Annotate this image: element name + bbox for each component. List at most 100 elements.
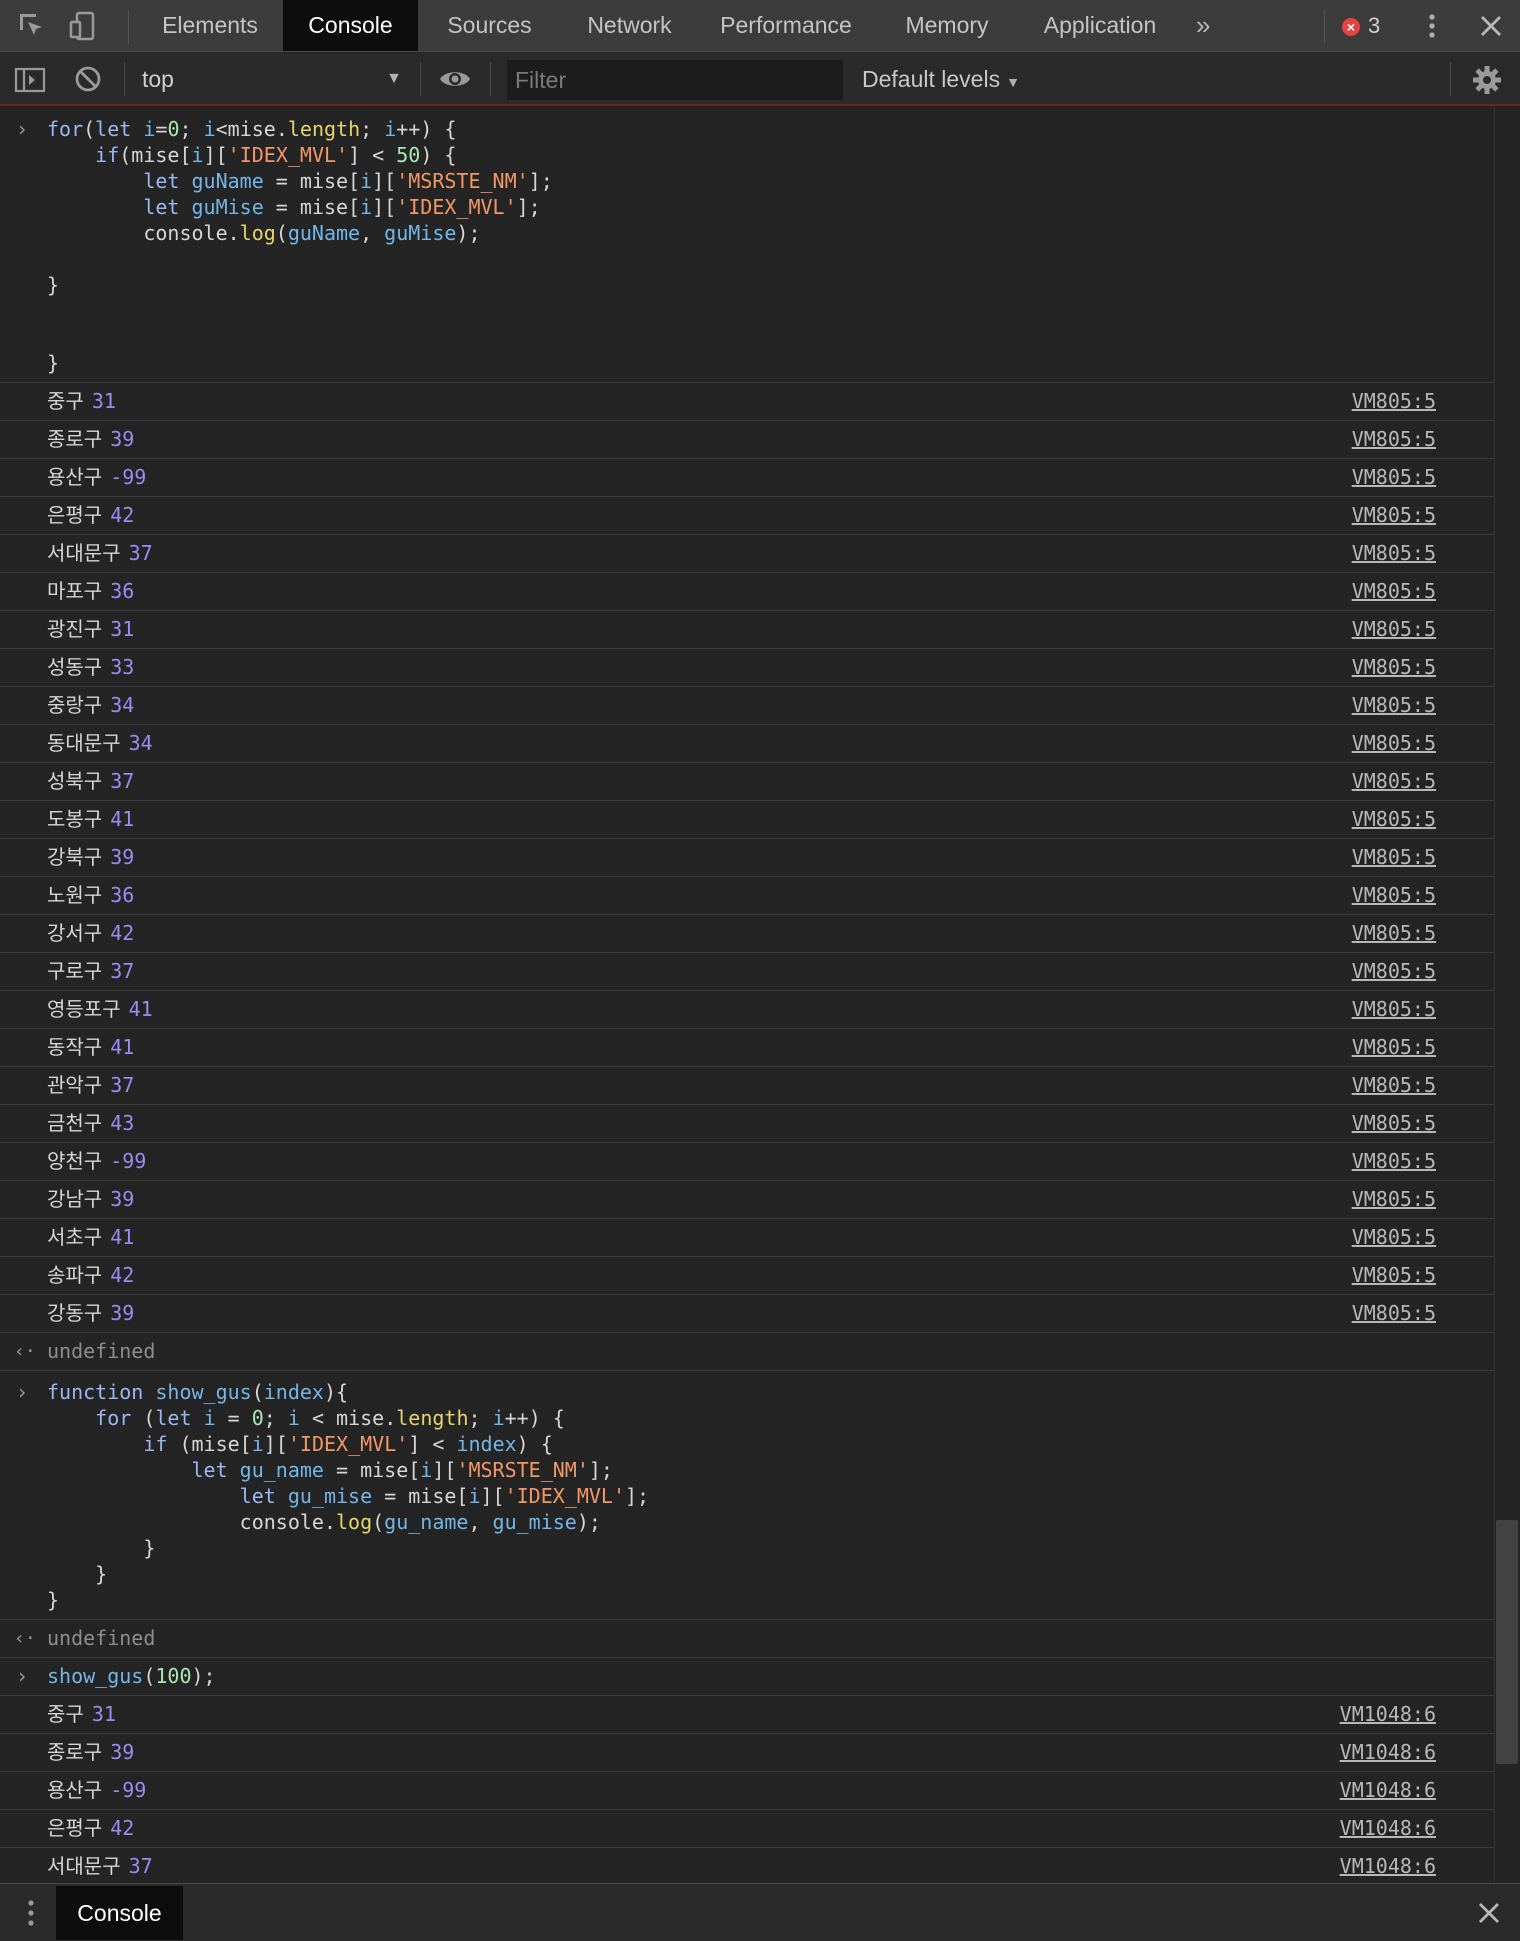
source-link[interactable]: VM805:5 <box>1352 915 1436 952</box>
source-link[interactable]: VM805:5 <box>1352 763 1436 800</box>
source-link[interactable]: VM805:5 <box>1352 497 1436 534</box>
tab-sources[interactable]: Sources <box>418 0 561 51</box>
source-link[interactable]: VM805:5 <box>1352 1143 1436 1180</box>
log-message: 마포구 36 <box>47 573 134 610</box>
district-value: -99 <box>110 465 147 489</box>
log-row: 성동구 33 VM805:5 <box>0 649 1494 687</box>
vertical-dots-icon[interactable] <box>18 1898 44 1928</box>
vertical-dots-icon[interactable] <box>1420 12 1444 40</box>
district-value: 42 <box>110 1816 135 1840</box>
log-message: 양천구 -99 <box>47 1143 146 1180</box>
source-link[interactable]: VM805:5 <box>1352 535 1436 572</box>
log-message: 도봉구 41 <box>47 801 134 838</box>
close-icon[interactable] <box>1478 13 1504 39</box>
source-link[interactable]: VM1048:6 <box>1340 1772 1436 1809</box>
district-name: 용산구 <box>47 465 103 489</box>
source-link[interactable]: VM805:5 <box>1352 1295 1436 1332</box>
source-link[interactable]: VM805:5 <box>1352 649 1436 686</box>
source-link[interactable]: VM1048:6 <box>1340 1810 1436 1847</box>
log-row: 마포구 36 VM805:5 <box>0 573 1494 611</box>
source-link[interactable]: VM1048:6 <box>1340 1848 1436 1883</box>
district-value: 37 <box>110 769 135 793</box>
log-row: 구로구 37 VM805:5 <box>0 953 1494 991</box>
scrollbar-thumb[interactable] <box>1496 1520 1518 1764</box>
return-value: undefined <box>47 1626 156 1650</box>
inspect-element-icon[interactable] <box>16 10 48 42</box>
tab-performance[interactable]: Performance <box>698 0 874 51</box>
source-link[interactable]: VM805:5 <box>1352 1181 1436 1218</box>
district-name: 도봉구 <box>47 807 103 831</box>
log-levels-dropdown[interactable]: Default levels ▼ <box>862 59 1020 99</box>
tab-application[interactable]: Application <box>1020 0 1180 51</box>
log-message: 은평구 42 <box>47 497 134 534</box>
log-row: 강북구 39 VM805:5 <box>0 839 1494 877</box>
district-value: 31 <box>110 617 135 641</box>
eye-icon[interactable] <box>438 67 472 91</box>
district-value: 33 <box>110 655 135 679</box>
input-command-call: › show_gus(100); <box>0 1658 1494 1696</box>
source-link[interactable]: VM805:5 <box>1352 1029 1436 1066</box>
error-count-badge[interactable]: × 3 <box>1340 12 1388 40</box>
input-command-for-loop: › for(let i=0; i<mise.length; i++) { if(… <box>0 108 1494 383</box>
log-message: 서대문구 37 <box>47 535 153 572</box>
source-link[interactable]: VM805:5 <box>1352 991 1436 1028</box>
source-link[interactable]: VM805:5 <box>1352 1105 1436 1142</box>
district-name: 성동구 <box>47 655 103 679</box>
return-arrow-icon: ‹· <box>14 1341 36 1362</box>
district-name: 양천구 <box>47 1149 103 1173</box>
district-value: 42 <box>110 503 135 527</box>
filter-input[interactable] <box>507 60 843 100</box>
district-name: 관악구 <box>47 1073 103 1097</box>
prompt-chevron-icon: › <box>16 117 29 141</box>
log-group-2: 중구 31 VM1048:6 종로구 39 VM1048:6 용산구 -99 VM1048:6 은… <box>0 1696 1494 1883</box>
command-code: show_gus(100); <box>47 1664 216 1688</box>
clear-console-icon[interactable] <box>74 65 102 93</box>
district-value: 41 <box>128 997 153 1021</box>
prompt-chevron-icon: › <box>16 1664 29 1688</box>
log-message: 관악구 37 <box>47 1067 134 1104</box>
tab-network[interactable]: Network <box>561 0 698 51</box>
sidebar-toggle-icon[interactable] <box>14 66 46 94</box>
command-code: for(let i=0; i<mise.length; i++) { if(mi… <box>47 117 553 375</box>
source-link[interactable]: VM805:5 <box>1352 1257 1436 1294</box>
source-link[interactable]: VM805:5 <box>1352 421 1436 458</box>
log-row: 용산구 -99 VM805:5 <box>0 459 1494 497</box>
district-name: 송파구 <box>47 1263 103 1287</box>
log-row: 종로구 39 VM1048:6 <box>0 1734 1494 1772</box>
source-link[interactable]: VM805:5 <box>1352 687 1436 724</box>
district-name: 중구 <box>47 389 84 413</box>
source-link[interactable]: VM805:5 <box>1352 459 1436 496</box>
console-messages[interactable]: › for(let i=0; i<mise.length; i++) { if(… <box>0 108 1494 1883</box>
return-value-row: ‹· undefined <box>0 1620 1494 1658</box>
district-value: 39 <box>110 1301 135 1325</box>
source-link[interactable]: VM805:5 <box>1352 801 1436 838</box>
source-link[interactable]: VM805:5 <box>1352 573 1436 610</box>
tab-console[interactable]: Console <box>283 0 418 51</box>
more-tabs-icon[interactable]: » <box>1196 8 1210 42</box>
source-link[interactable]: VM805:5 <box>1352 839 1436 876</box>
district-name: 성북구 <box>47 769 103 793</box>
close-icon[interactable] <box>1476 1900 1502 1926</box>
source-link[interactable]: VM805:5 <box>1352 953 1436 990</box>
tab-elements[interactable]: Elements <box>140 0 280 51</box>
device-toolbar-icon[interactable] <box>68 10 100 42</box>
source-link[interactable]: VM805:5 <box>1352 877 1436 914</box>
source-link[interactable]: VM805:5 <box>1352 611 1436 648</box>
source-link[interactable]: VM805:5 <box>1352 1067 1436 1104</box>
settings-gear-icon[interactable] <box>1472 65 1502 95</box>
tab-memory[interactable]: Memory <box>874 0 1020 51</box>
source-link[interactable]: VM1048:6 <box>1340 1734 1436 1771</box>
district-name: 중구 <box>47 1702 84 1726</box>
source-link[interactable]: VM805:5 <box>1352 725 1436 762</box>
district-name: 강서구 <box>47 921 103 945</box>
drawer-tab-console[interactable]: Console <box>56 1886 183 1940</box>
context-selector[interactable]: top ▼ <box>142 59 404 99</box>
log-row: 동작구 41 VM805:5 <box>0 1029 1494 1067</box>
source-link[interactable]: VM805:5 <box>1352 1219 1436 1256</box>
district-name: 서초구 <box>47 1225 103 1249</box>
log-message: 노원구 36 <box>47 877 134 914</box>
district-value: 37 <box>128 541 153 565</box>
source-link[interactable]: VM805:5 <box>1352 383 1436 420</box>
error-x-icon: × <box>1342 18 1360 36</box>
source-link[interactable]: VM1048:6 <box>1340 1696 1436 1733</box>
